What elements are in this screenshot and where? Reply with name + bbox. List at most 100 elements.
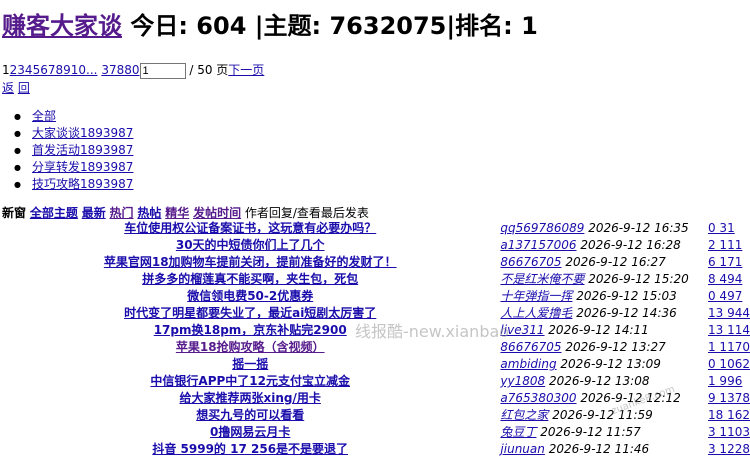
table-row: 中信银行APP中了12元支付宝立减金 yy1808 2026-9-12 13:08… [0, 373, 750, 390]
sort-latest-link[interactable]: 最新 [82, 206, 106, 220]
thread-counts-link[interactable]: 1 996 [708, 374, 742, 388]
table-row: 给大家推荐两张xing/用卡 a765380300 2026-9-12 12:12… [0, 390, 750, 407]
thread-title-link[interactable]: 苹果官网18加购物车提前关闭，提前准备好的发财了！ [104, 255, 397, 269]
thread-counts-link[interactable]: 3 1103 [708, 425, 750, 439]
page-link-6[interactable]: 6 [40, 63, 48, 77]
thread-title-link[interactable]: 车位使用权公证备案证书，这玩意有必要办吗？ [124, 221, 376, 235]
thread-author-link[interactable]: live311 [500, 323, 544, 337]
current-page: 1 [2, 63, 10, 77]
thread-counts-cell: 13 944 [708, 305, 750, 322]
thread-counts-cell: 3 1228 [708, 441, 750, 458]
page-ellipsis-link[interactable]: ... [86, 63, 97, 77]
thread-title-link[interactable]: 中信银行APP中了12元支付宝立减金 [150, 374, 350, 388]
thread-counts-link[interactable]: 9 1378 [708, 391, 750, 405]
back-link-2[interactable]: 回 [18, 81, 30, 95]
page-link-8[interactable]: 8 [55, 63, 63, 77]
thread-author-link[interactable]: 红包之家 [500, 408, 548, 422]
thread-title-cell: 车位使用权公证备案证书，这玩意有必要办吗？ [0, 220, 500, 237]
category-tips-link[interactable]: 技巧攻略1893987 [32, 177, 133, 191]
thread-counts-link[interactable]: 3 1228 [708, 442, 750, 456]
thread-title-cell: 拼多多的榴莲真不能买啊，夹生包，死包 [0, 271, 500, 288]
thread-title-cell: 给大家推荐两张xing/用卡 [0, 390, 500, 407]
forum-name-link[interactable]: 赚客大家谈 [2, 12, 122, 40]
thread-title-link[interactable]: 0撸网易云月卡 [210, 425, 290, 439]
thread-author-link[interactable]: ambiding [500, 357, 556, 371]
thread-title-link[interactable]: 17pm换18pm，京东补贴完2900 [154, 323, 347, 337]
thread-counts-link[interactable]: 1 1170 [708, 340, 750, 354]
category-item: 技巧攻略1893987 [14, 176, 133, 193]
thread-counts-cell: 0 1062 [708, 356, 750, 373]
table-row: 想买九号的可以看看 红包之家 2026-9-12 11:59 18 162 [0, 407, 750, 424]
thread-title-cell: 0撸网易云月卡 [0, 424, 500, 441]
table-row: 微信领电费50-2优惠券 十年弹指一挥 2026-9-12 15:03 0 497 [0, 288, 750, 305]
thread-title-link[interactable]: 给大家推荐两张xing/用卡 [180, 391, 321, 405]
table-row: 苹果官网18加购物车提前关闭，提前准备好的发财了！ 86676705 2026-9… [0, 254, 750, 271]
pagination: 12345678910... 37880 / 50 页下一页 [2, 61, 264, 79]
thread-author-cell: 不是红米俺不要 2026-9-12 15:20 [500, 271, 708, 288]
thread-title-link[interactable]: 摇一摇 [232, 357, 268, 371]
thread-counts-link[interactable]: 0 1062 [708, 357, 750, 371]
thread-title-link[interactable]: 想买九号的可以看看 [196, 408, 304, 422]
thread-title-link[interactable]: 抖音 5999的 17 256是不是要退了 [152, 442, 348, 456]
thread-author-link[interactable]: 人上人爱撸毛 [500, 306, 572, 320]
thread-time: 2026-9-12 16:28 [576, 238, 681, 252]
thread-time: 2026-9-12 14:11 [544, 323, 649, 337]
thread-counts-link[interactable]: 0 497 [708, 289, 742, 303]
sort-all-link[interactable]: 全部主题 [30, 206, 78, 220]
thread-title-link[interactable]: 拼多多的榴莲真不能买啊，夹生包，死包 [142, 272, 358, 286]
thread-author-link[interactable]: 兔豆丁 [500, 425, 536, 439]
thread-title-cell: 苹果18抢购攻略（含视频） [0, 339, 500, 356]
sort-elite-link[interactable]: 精华 [165, 206, 189, 220]
thread-author-link[interactable]: jiunuan [500, 442, 544, 456]
thread-time: 2026-9-12 11:46 [544, 442, 650, 456]
category-firstpost-link[interactable]: 首发活动1893987 [32, 143, 133, 157]
thread-author-link[interactable]: a137157006 [500, 238, 576, 252]
page-link-10[interactable]: 10 [71, 63, 86, 77]
page-link-3[interactable]: 3 [17, 63, 25, 77]
thread-author-link[interactable]: 86676705 [500, 340, 561, 354]
thread-counts-link[interactable]: 0 31 [708, 221, 735, 235]
thread-counts-link[interactable]: 13 114 [708, 323, 750, 337]
thread-time: 2026-9-12 15:03 [572, 289, 677, 303]
thread-author-link[interactable]: 不是红米俺不要 [500, 272, 584, 286]
thread-author-link[interactable]: a765380300 [500, 391, 576, 405]
thread-title-link[interactable]: 30天的中短债你们上了几个 [176, 238, 325, 252]
thread-counts-cell: 1 996 [708, 373, 750, 390]
thread-counts-cell: 0 31 [708, 220, 750, 237]
thread-title-cell: 想买九号的可以看看 [0, 407, 500, 424]
thread-counts-link[interactable]: 18 162 [708, 408, 750, 422]
category-all-link[interactable]: 全部 [32, 109, 56, 123]
sort-hotpost-link[interactable]: 热帖 [137, 206, 161, 220]
category-item: 大家谈谈1893987 [14, 125, 133, 142]
thread-author-link[interactable]: yy1808 [500, 374, 545, 388]
category-share-link[interactable]: 分享转发1893987 [32, 160, 133, 174]
sort-hot-link[interactable]: 热门 [110, 206, 134, 220]
thread-counts-cell: 3 1103 [708, 424, 750, 441]
category-discuss-link[interactable]: 大家谈谈1893987 [32, 126, 133, 140]
thread-title-link[interactable]: 微信领电费50-2优惠券 [187, 289, 313, 303]
thread-title-link[interactable]: 苹果18抢购攻略（含视频） [176, 340, 325, 354]
thread-counts-link[interactable]: 13 944 [708, 306, 750, 320]
thread-title-cell: 苹果官网18加购物车提前关闭，提前准备好的发财了！ [0, 254, 500, 271]
thread-author-link[interactable]: 86676705 [500, 255, 561, 269]
thread-author-cell: 兔豆丁 2026-9-12 11:57 [500, 424, 708, 441]
thread-counts-link[interactable]: 2 111 [708, 238, 742, 252]
sort-bar: 新窗 全部主题 最新 热门 热帖 精华 发帖时间 作者回复/查看最后发表 [2, 204, 369, 221]
sort-posttime-link[interactable]: 发帖时间 [193, 206, 241, 220]
page-jump-input[interactable] [139, 62, 186, 79]
thread-title-link[interactable]: 时代变了明星都要失业了，最近ai短剧太厉害了 [124, 306, 376, 320]
thread-title-cell: 微信领电费50-2优惠券 [0, 288, 500, 305]
page-link-4[interactable]: 4 [25, 63, 33, 77]
back-link[interactable]: 返 [2, 81, 14, 95]
thread-counts-link[interactable]: 6 171 [708, 255, 742, 269]
thread-author-cell: qq569786089 2026-9-12 16:35 [500, 220, 708, 237]
thread-author-link[interactable]: 十年弹指一挥 [500, 289, 572, 303]
thread-title-cell: 抖音 5999的 17 256是不是要退了 [0, 441, 500, 458]
table-row: 车位使用权公证备案证书，这玩意有必要办吗？ qq569786089 2026-9-… [0, 220, 750, 237]
last-page-link[interactable]: 37880 [101, 63, 139, 77]
thread-time: 2026-9-12 11:59 [548, 408, 653, 422]
thread-counts-link[interactable]: 8 494 [708, 272, 742, 286]
page-link-9[interactable]: 9 [63, 63, 71, 77]
next-page-link[interactable]: 下一页 [228, 63, 264, 77]
thread-author-link[interactable]: qq569786089 [500, 221, 584, 235]
